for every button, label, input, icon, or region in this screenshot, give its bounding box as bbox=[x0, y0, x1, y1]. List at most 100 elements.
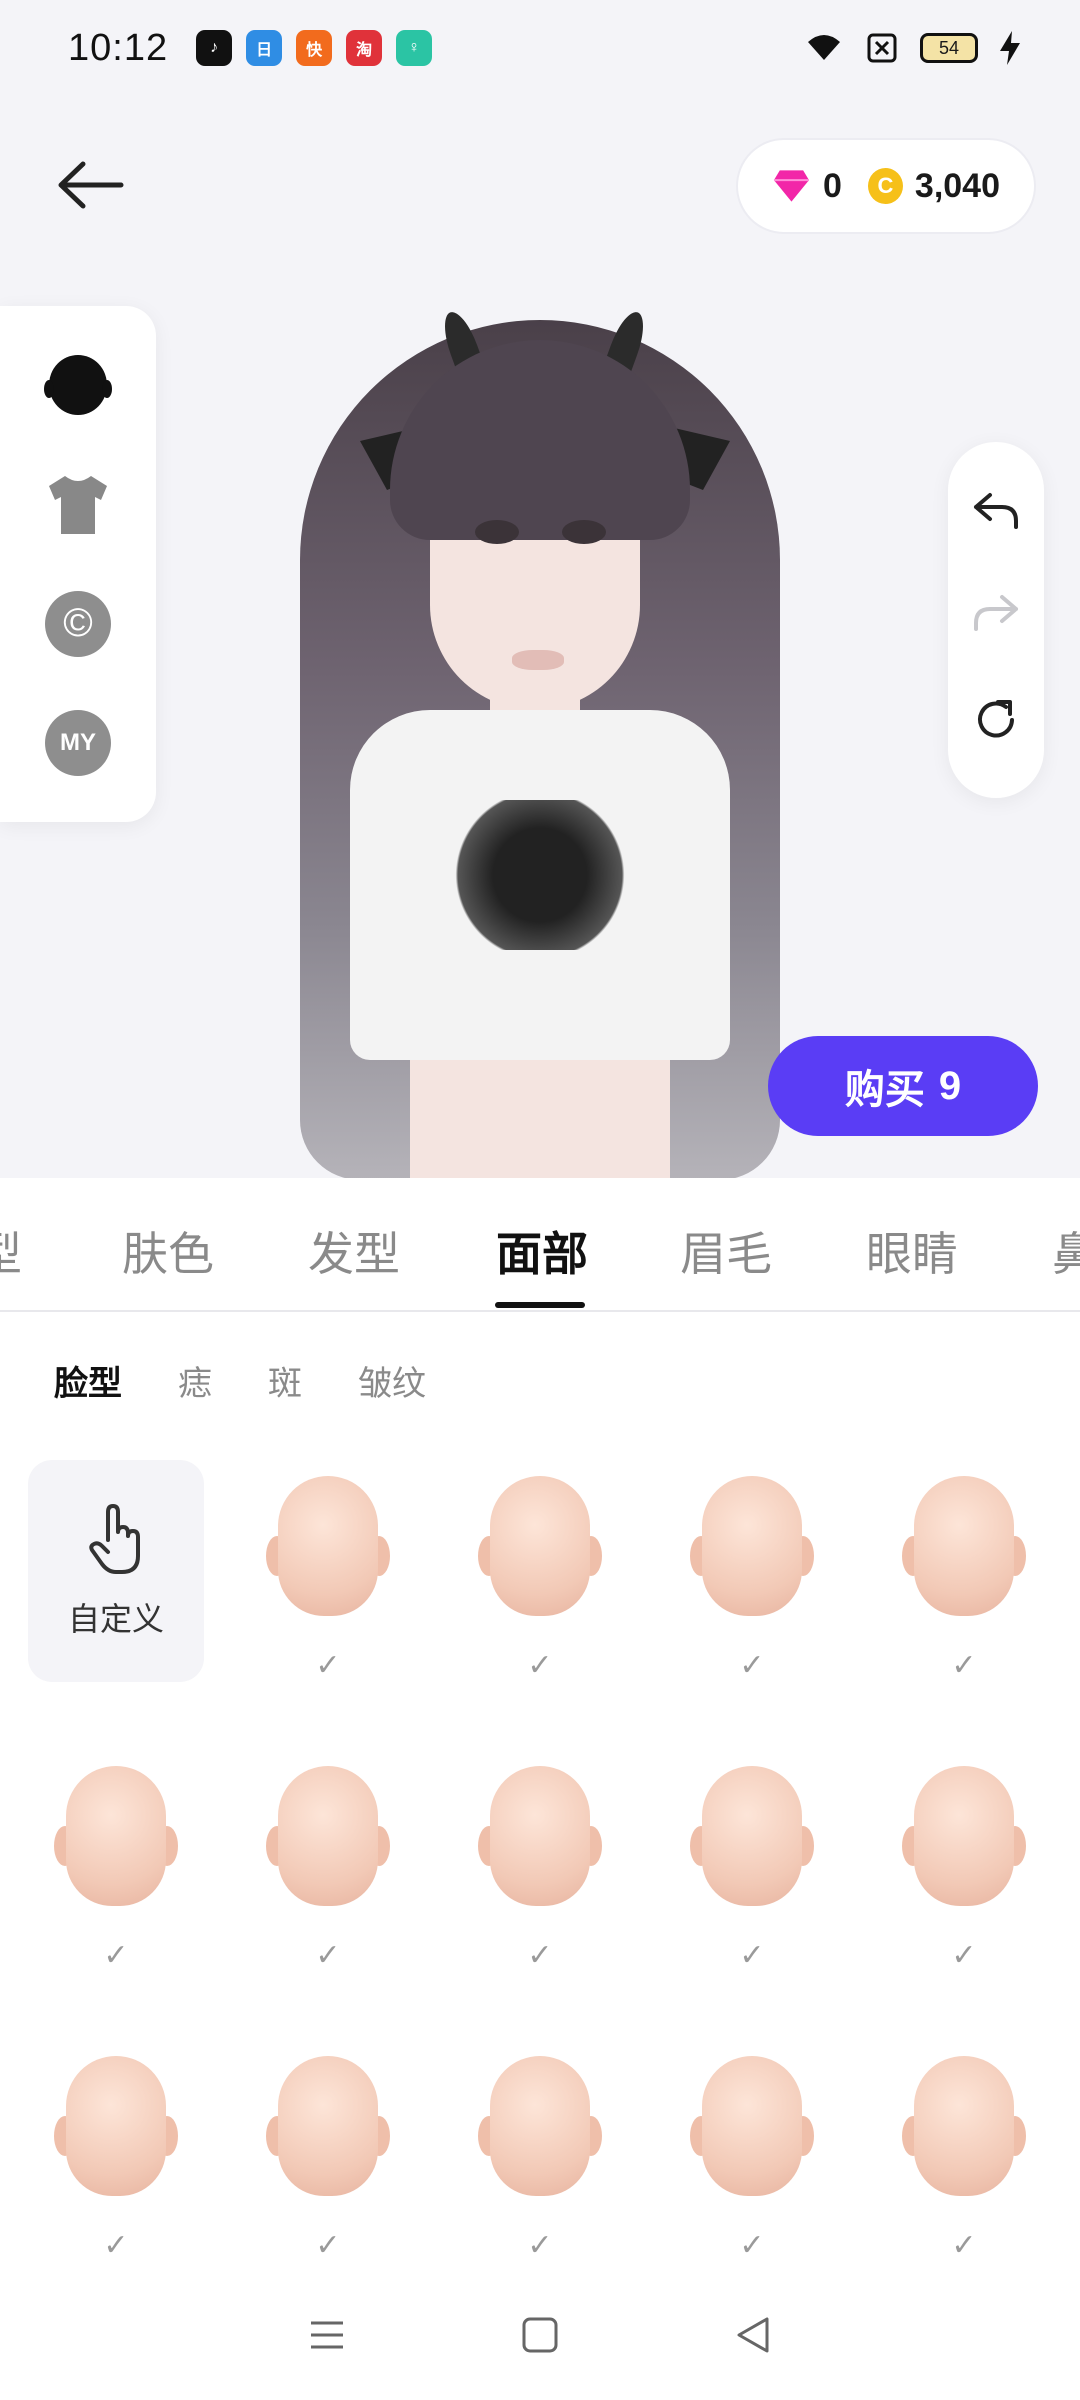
buy-label: 购买 bbox=[844, 1068, 925, 1112]
face-shape-option[interactable]: ✓ bbox=[876, 2040, 1052, 2290]
subtab-spots[interactable]: 斑 bbox=[268, 1356, 302, 1405]
undo-button[interactable] bbox=[972, 491, 1020, 536]
avatar-preview[interactable] bbox=[240, 300, 840, 1180]
subtab-moles[interactable]: 痣 bbox=[178, 1356, 212, 1405]
custom-face-option[interactable]: 自定义 bbox=[28, 1460, 204, 1710]
tab-skin-color[interactable]: 肤色 bbox=[122, 1218, 214, 1284]
buy-count: 9 bbox=[938, 1063, 962, 1108]
face-shape-option[interactable]: ✓ bbox=[240, 1750, 416, 2000]
face-shape-option[interactable]: ✓ bbox=[876, 1460, 1052, 1710]
face-shape-thumbnail bbox=[266, 1476, 390, 1626]
check-icon: ✓ bbox=[103, 1939, 129, 1972]
status-app-icons: ♪ 日 快 淘 ♀ bbox=[196, 30, 433, 66]
tab-eyes[interactable]: 眼睛 bbox=[866, 1218, 958, 1284]
clothing-category-button[interactable] bbox=[42, 469, 114, 541]
face-shape-thumbnail bbox=[54, 2056, 178, 2206]
check-icon: ✓ bbox=[315, 2229, 341, 2262]
tiktok-icon: ♪ bbox=[196, 30, 233, 66]
tab-hairstyle[interactable]: 发型 bbox=[308, 1218, 400, 1284]
battery-icon: 54 bbox=[920, 33, 978, 63]
home-square-icon bbox=[522, 2317, 558, 2353]
custom-label: 自定义 bbox=[67, 1601, 164, 1637]
check-icon: ✓ bbox=[103, 2229, 129, 2262]
tab-body-type[interactable]: 型 bbox=[0, 1218, 22, 1284]
face-shape-option[interactable]: ✓ bbox=[664, 1750, 840, 2000]
calendar-app-icon: 日 bbox=[246, 30, 283, 66]
undo-icon bbox=[974, 492, 1018, 529]
check-icon: ✓ bbox=[527, 2229, 553, 2262]
refresh-icon bbox=[978, 700, 1014, 738]
active-tab-indicator bbox=[495, 1302, 585, 1308]
redo-button[interactable] bbox=[972, 593, 1020, 638]
face-shape-option[interactable]: ✓ bbox=[876, 1750, 1052, 2000]
back-arrow-icon bbox=[58, 161, 124, 209]
copyright-icon: © bbox=[45, 590, 111, 657]
my-items-button[interactable]: MY bbox=[42, 707, 114, 779]
check-icon: ✓ bbox=[739, 1939, 765, 1972]
my-icon: MY bbox=[45, 709, 111, 776]
brand-category-button[interactable]: © bbox=[42, 588, 114, 660]
face-shape-thumbnail bbox=[690, 2056, 814, 2206]
gem-count: 0 bbox=[822, 166, 842, 205]
currency-balance[interactable]: 0 C 3,040 bbox=[736, 138, 1036, 234]
tab-face[interactable]: 面部 bbox=[496, 1218, 588, 1284]
face-shape-option[interactable]: ✓ bbox=[28, 1750, 204, 2000]
tshirt-icon bbox=[49, 475, 107, 534]
face-shape-thumbnail bbox=[690, 1766, 814, 1916]
face-shape-option[interactable]: ✓ bbox=[452, 1460, 628, 1710]
back-nav-button[interactable] bbox=[723, 2305, 783, 2365]
outfit-category-panel: © MY bbox=[0, 306, 156, 822]
back-button[interactable] bbox=[50, 150, 130, 220]
customization-sheet: 型 肤色 发型 面部 眉毛 眼睛 鼻 脸型 痣 斑 皱纹 自定义 ✓ ✓ ✓ ✓ ✓ ✓ ✓… bbox=[0, 1178, 1080, 2400]
face-shape-option[interactable]: ✓ bbox=[664, 1460, 840, 1710]
face-shape-thumbnail bbox=[266, 1766, 390, 1916]
check-icon: ✓ bbox=[315, 1939, 341, 1972]
face-shape-option[interactable]: ✓ bbox=[452, 1750, 628, 2000]
green-app-icon: ♀ bbox=[396, 30, 433, 66]
face-shape-thumbnail bbox=[54, 1766, 178, 1916]
shopping-app-icon: 淘 bbox=[346, 30, 383, 66]
face-shape-thumbnail bbox=[478, 1766, 602, 1916]
sub-tabs: 脸型 痣 斑 皱纹 bbox=[54, 1356, 426, 1405]
face-shape-thumbnail bbox=[478, 2056, 602, 2206]
menu-icon bbox=[310, 2321, 343, 2349]
battery-level: 54 bbox=[938, 37, 960, 58]
system-nav-bar bbox=[0, 2270, 1080, 2400]
kuaishou-icon: 快 bbox=[296, 30, 333, 66]
diamond-icon bbox=[773, 170, 809, 202]
status-time: 10:12 bbox=[68, 26, 169, 69]
home-nav-button[interactable] bbox=[510, 2305, 570, 2365]
face-shape-thumbnail bbox=[902, 1766, 1026, 1916]
face-shape-option[interactable]: ✓ bbox=[28, 2040, 204, 2290]
shirt-print bbox=[450, 800, 630, 950]
tab-nose[interactable]: 鼻 bbox=[1052, 1218, 1080, 1284]
status-indicators: 54 bbox=[804, 31, 1020, 65]
buy-button[interactable]: 购买 9 bbox=[768, 1036, 1038, 1136]
face-shape-option[interactable]: ✓ bbox=[240, 2040, 416, 2290]
tap-hand-icon bbox=[89, 1504, 140, 1574]
subtab-face-shape[interactable]: 脸型 bbox=[54, 1356, 122, 1405]
subtab-wrinkles[interactable]: 皱纹 bbox=[358, 1356, 426, 1405]
head-icon bbox=[44, 354, 112, 415]
redo-icon bbox=[974, 595, 1018, 632]
face-shape-option[interactable]: ✓ bbox=[664, 2040, 840, 2290]
check-icon: ✓ bbox=[527, 1649, 553, 1682]
status-bar: 10:12 ♪ 日 快 淘 ♀ 54 bbox=[0, 0, 1080, 96]
face-shape-thumbnail bbox=[266, 2056, 390, 2206]
check-icon: ✓ bbox=[315, 1649, 341, 1682]
tab-eyebrows[interactable]: 眉毛 bbox=[680, 1218, 772, 1284]
face-shape-option[interactable]: ✓ bbox=[240, 1460, 416, 1710]
reset-button[interactable] bbox=[972, 696, 1020, 749]
coin-count: 3,040 bbox=[914, 166, 1000, 205]
check-icon: ✓ bbox=[527, 1939, 553, 1972]
menu-nav-button[interactable] bbox=[297, 2305, 357, 2365]
coin-icon: C bbox=[867, 168, 903, 204]
check-icon: ✓ bbox=[951, 1649, 977, 1682]
face-shape-thumbnail bbox=[902, 1476, 1026, 1626]
category-tabs: 型 肤色 发型 面部 眉毛 眼睛 鼻 bbox=[0, 1178, 1080, 1312]
face-shape-thumbnail bbox=[902, 2056, 1026, 2206]
face-shape-option[interactable]: ✓ bbox=[452, 2040, 628, 2290]
head-category-button[interactable] bbox=[42, 350, 114, 422]
wifi-icon bbox=[808, 35, 840, 60]
check-icon: ✓ bbox=[951, 1939, 977, 1972]
